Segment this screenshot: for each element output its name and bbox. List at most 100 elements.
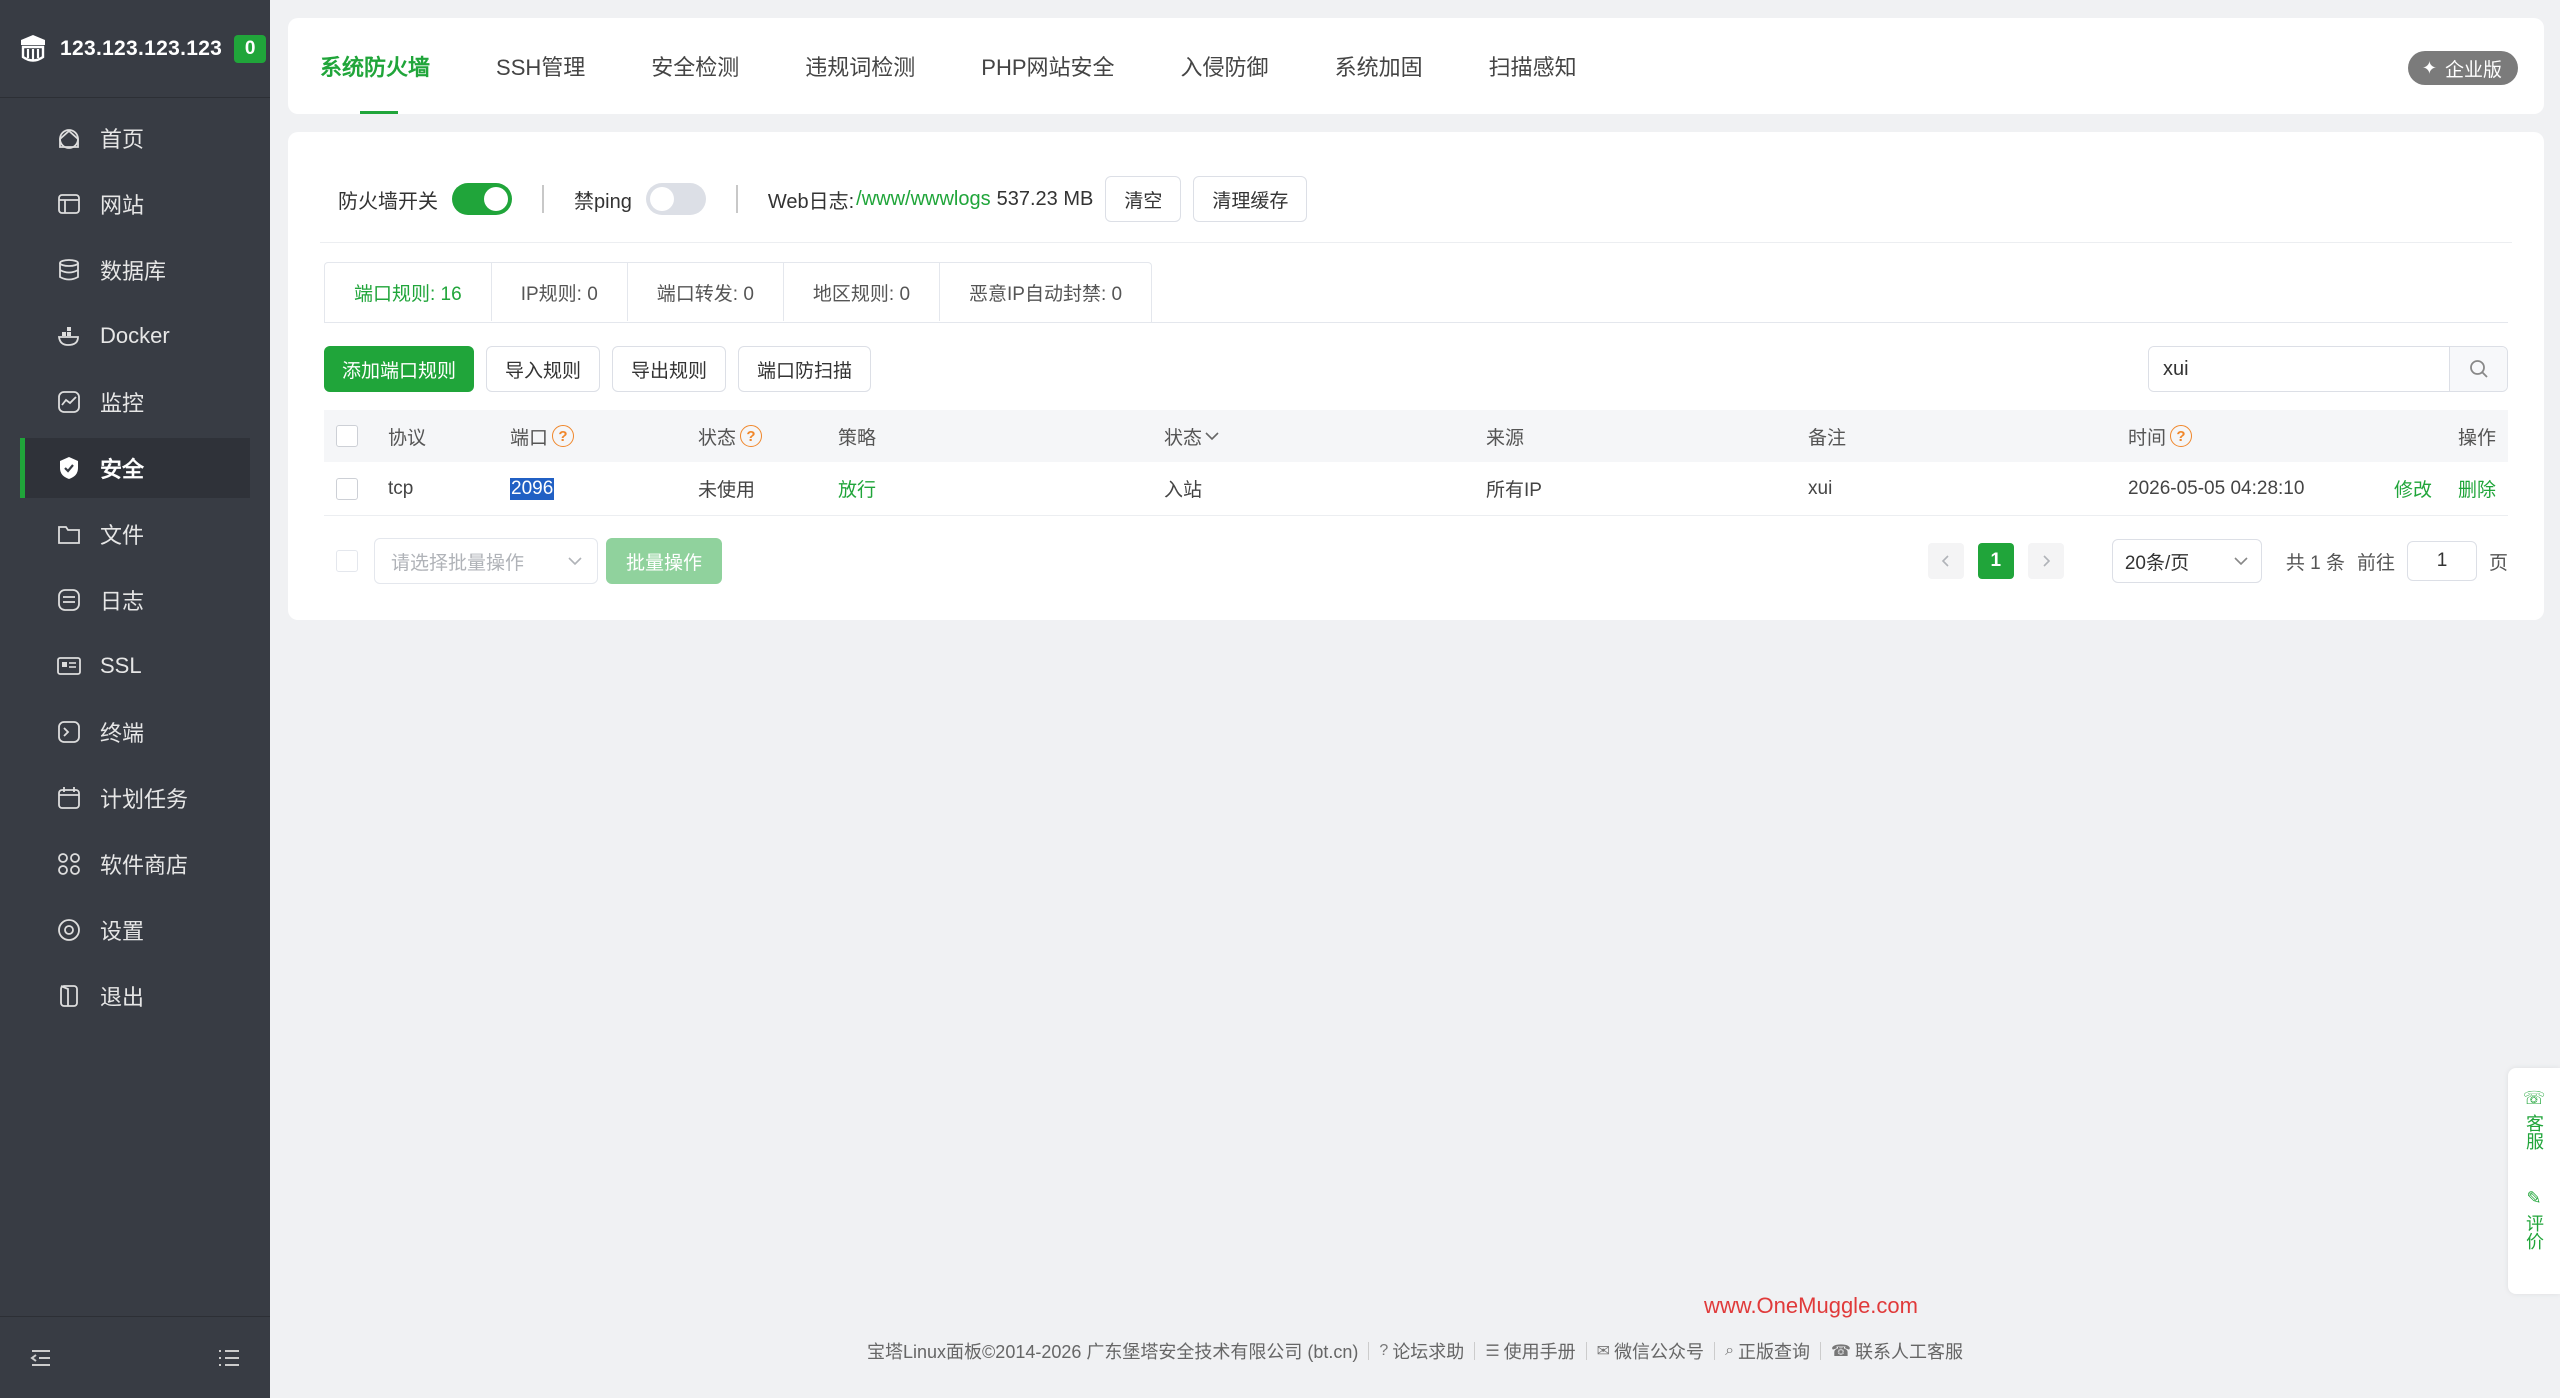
help-icon[interactable]: ?: [740, 425, 763, 447]
footer-link-2[interactable]: ✉ 微信公众号: [1597, 1338, 1704, 1364]
sidebar-item-8[interactable]: SSL: [20, 636, 250, 696]
rule-tab-2[interactable]: 端口转发: 0: [628, 263, 784, 321]
tab-3[interactable]: 违规词检测: [805, 18, 915, 114]
menu-list-icon[interactable]: [218, 1348, 240, 1368]
tab-1[interactable]: SSH管理: [496, 18, 585, 114]
sidebar-item-label: Docker: [100, 323, 170, 348]
footer-link-3[interactable]: ⌕ 正版查询: [1725, 1338, 1810, 1364]
home-icon: [54, 123, 84, 153]
tab-4[interactable]: PHP网站安全: [981, 18, 1114, 114]
verify-icon: ⌕: [1725, 1342, 1735, 1359]
footer-link-0[interactable]: ? 论坛求助: [1379, 1338, 1464, 1364]
col-ops: 操作: [2457, 427, 2496, 449]
page-number[interactable]: 1: [1977, 543, 2014, 579]
delete-link[interactable]: 删除: [2458, 475, 2496, 502]
clear-cache-button[interactable]: 清理缓存: [1193, 176, 1308, 222]
sidebar-item-label: 安全: [100, 457, 145, 482]
rule-tab-1[interactable]: IP规则: 0: [492, 263, 628, 321]
sidebar-item-11[interactable]: 软件商店: [20, 834, 250, 894]
table-footer: 请选择批量操作 批量操作 1 20条/页 共 1 条 前往 1 页: [324, 538, 2508, 584]
shield-icon: [54, 453, 84, 483]
ping-switch-label: 禁ping: [574, 190, 632, 213]
search-input[interactable]: [2149, 347, 2449, 391]
search-button[interactable]: [2449, 347, 2507, 391]
export-rules-button[interactable]: 导出规则: [612, 346, 727, 392]
batch-operation-select[interactable]: 请选择批量操作: [374, 538, 598, 584]
notification-badge[interactable]: 0: [234, 34, 267, 63]
customer-service-button[interactable]: ☏ 客服: [2523, 1088, 2546, 1150]
server-ip[interactable]: 123.123.123.123: [60, 37, 222, 61]
add-port-rule-button[interactable]: 添加端口规则: [324, 346, 475, 392]
sidebar-item-6[interactable]: 文件: [20, 504, 250, 564]
firewall-toggle[interactable]: [452, 183, 512, 215]
tab-6[interactable]: 系统加固: [1335, 18, 1423, 114]
weblog-path-link[interactable]: /www/wwwlogs: [856, 188, 990, 211]
sidebar-item-label: 终端: [100, 721, 145, 746]
review-button[interactable]: ✎ 评价: [2524, 1188, 2544, 1250]
cell-port[interactable]: 2096: [510, 477, 555, 500]
col-port: 端口?: [510, 423, 575, 450]
col-direction[interactable]: 状态: [1164, 423, 1220, 450]
batch-operation-button[interactable]: 批量操作: [606, 538, 723, 584]
toggle-knob: [484, 187, 508, 211]
firewall-toolbar: 防火墙开关 禁ping Web日志: /www/wwwlogs 537.23 M…: [338, 176, 1308, 222]
footer-link-4[interactable]: ☎ 联系人工客服: [1831, 1338, 1963, 1364]
sidebar-item-2[interactable]: 数据库: [20, 240, 250, 300]
tab-5[interactable]: 入侵防御: [1181, 18, 1269, 114]
enterprise-badge[interactable]: ✦ 企业版: [2407, 51, 2518, 85]
prev-page-button[interactable]: [1927, 543, 1964, 579]
next-page-button[interactable]: [2027, 543, 2064, 579]
select-all-checkbox[interactable]: [336, 425, 358, 447]
sidebar-item-5[interactable]: 安全: [20, 438, 250, 498]
weblog-label: Web日志:: [767, 190, 855, 213]
cell-policy[interactable]: 放行: [838, 475, 876, 502]
tab-0[interactable]: 系统防火墙: [320, 18, 430, 114]
help-icon[interactable]: ?: [2170, 425, 2193, 447]
ping-toggle[interactable]: [645, 183, 706, 215]
service-label: 客服: [2523, 1114, 2544, 1150]
page-unit-label: 页: [2488, 552, 2508, 574]
help-icon[interactable]: ?: [552, 425, 575, 447]
rule-tab-3[interactable]: 地区规则: 0: [784, 263, 941, 321]
sidebar-item-1[interactable]: 网站: [20, 174, 250, 234]
rule-tab-4[interactable]: 恶意IP自动封禁: 0: [940, 263, 1151, 321]
sidebar-item-3[interactable]: Docker: [20, 306, 250, 366]
service-icon: ☎: [1831, 1343, 1851, 1360]
sidebar-item-10[interactable]: 计划任务: [20, 768, 250, 828]
cell-remark[interactable]: xui: [1808, 478, 1832, 500]
tab-2[interactable]: 安全检测: [651, 18, 739, 114]
rule-tab-0[interactable]: 端口规则: 16: [325, 263, 492, 321]
import-rules-button[interactable]: 导入规则: [486, 346, 601, 392]
page-size-select[interactable]: 20条/页: [2111, 539, 2262, 583]
footer-link-1[interactable]: ☰ 使用手册: [1485, 1338, 1575, 1364]
sidebar-item-label: 数据库: [100, 259, 167, 284]
table-row: tcp 2096 未使用 放行 入站 所有IP xui 2026-05-05 0…: [324, 462, 2508, 516]
table-header: 协议 端口? 状态? 策略 状态 来源 备注 时间? 操作: [324, 410, 2508, 462]
sidebar-item-7[interactable]: 日志: [20, 570, 250, 630]
goto-page-input[interactable]: 1: [2406, 541, 2477, 581]
col-status-label: 状态: [698, 427, 737, 449]
sidebar-item-label: 软件商店: [100, 853, 189, 878]
sidebar-item-12[interactable]: 设置: [20, 900, 250, 960]
col-time-label: 时间: [2128, 427, 2167, 449]
sidebar-footer: [0, 1316, 270, 1398]
footer-divider: [1820, 1342, 1822, 1360]
weblog-size: 537.23 MB: [996, 187, 1094, 210]
edit-link[interactable]: 修改: [2394, 475, 2432, 502]
sidebar-item-13[interactable]: 退出: [20, 966, 250, 1026]
cell-status: 未使用: [698, 480, 756, 501]
page-footer: 宝塔Linux面板©2014-2026 广东堡塔安全技术有限公司 (bt.cn)…: [270, 1336, 2560, 1366]
batch-select-all-checkbox[interactable]: [336, 550, 358, 572]
sidebar-item-9[interactable]: 终端: [20, 702, 250, 762]
chevron-down-icon: [568, 557, 582, 566]
collapse-menu-icon[interactable]: [30, 1348, 52, 1368]
sidebar-item-4[interactable]: 监控: [20, 372, 250, 432]
clear-log-button[interactable]: 清空: [1105, 176, 1182, 222]
sidebar-item-0[interactable]: 首页: [20, 108, 250, 168]
row-checkbox[interactable]: [336, 477, 358, 500]
tab-7[interactable]: 扫描感知: [1489, 18, 1577, 114]
port-scan-protection-button[interactable]: 端口防扫描: [738, 346, 872, 392]
chevron-right-icon: [2043, 555, 2050, 567]
ssl-icon: [54, 651, 84, 681]
sidebar-item-label: 设置: [100, 919, 145, 944]
